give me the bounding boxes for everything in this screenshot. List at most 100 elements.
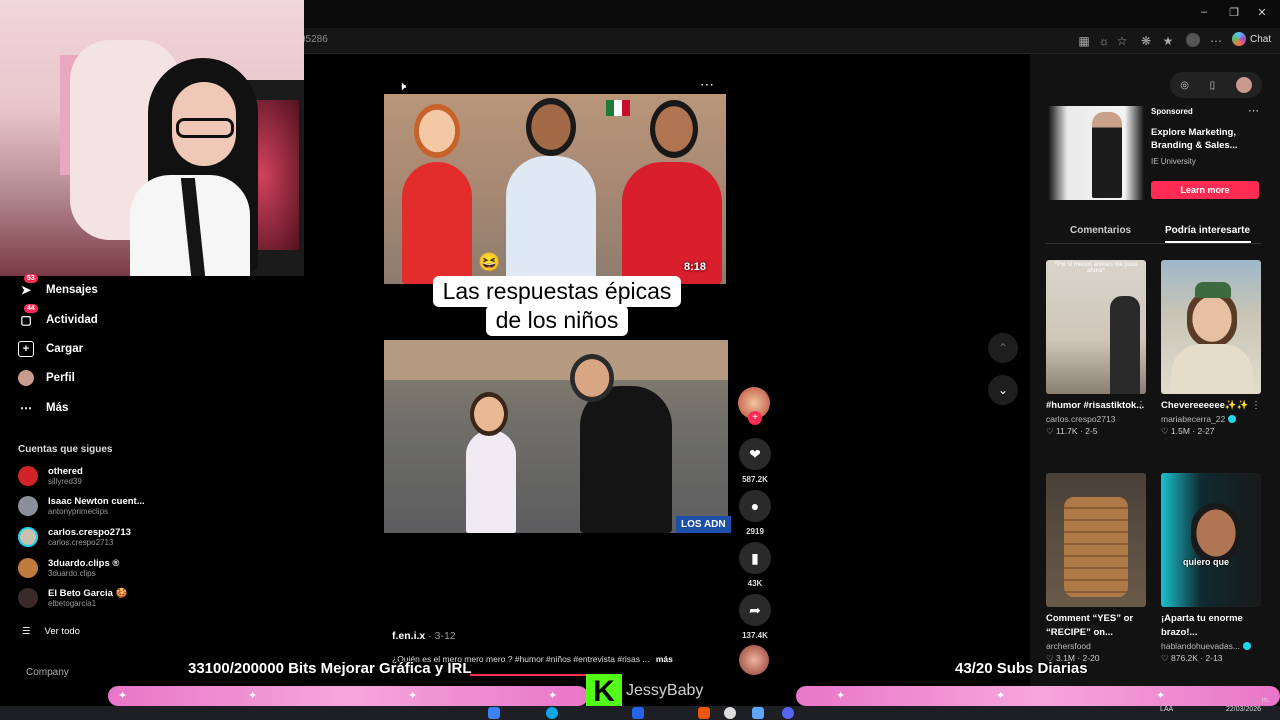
ad-learn-more-button[interactable]: Learn more [1151, 181, 1259, 199]
user-avatar[interactable] [1235, 77, 1252, 93]
card-username[interactable]: archersfood [1046, 641, 1091, 651]
tab-active-indicator [1165, 241, 1251, 243]
sparkle-icon: ✦ [996, 690, 1006, 702]
sidebar-item-activity[interactable]: ▢ 44 Actividad [18, 304, 98, 328]
address-url[interactable]: 95286 [300, 34, 328, 45]
inbox-icon: ▢ 44 [18, 304, 38, 328]
card-title[interactable]: #humor #risastiktok... [1046, 399, 1146, 413]
following-account[interactable]: othered sillyred39 [18, 466, 83, 486]
restore-icon[interactable]: ❐ [1224, 6, 1244, 19]
split-screen-icon[interactable]: ▦ [1076, 33, 1092, 49]
heart-outline-icon: ♡ [1161, 426, 1169, 436]
sidebar-item-upload[interactable]: + Cargar [18, 341, 83, 357]
discord-icon[interactable] [782, 707, 794, 719]
save-button[interactable]: ▮ 43K [738, 542, 772, 588]
ad-brand: IE University [1151, 157, 1196, 166]
account-name: carlos.crespo2713 [48, 527, 131, 538]
phone-icon[interactable]: ▯ [1210, 80, 1216, 91]
copilot-chat-button[interactable]: Chat [1232, 32, 1271, 46]
video-progress-bar[interactable] [470, 674, 590, 676]
heart-outline-icon: ♡ [1046, 426, 1054, 436]
notepad-icon[interactable] [752, 707, 764, 719]
sparkle-icon: ✦ [118, 690, 128, 702]
author-name[interactable]: f.en.i.x [392, 630, 425, 642]
card-thumbnail[interactable] [1161, 260, 1261, 394]
translate-icon[interactable]: ☼ [1096, 33, 1112, 49]
card-title[interactable]: Chevereeeeee✨✨ [1161, 399, 1261, 413]
like-button[interactable]: ❤ 587.2K [738, 438, 772, 484]
video-more-icon[interactable]: ⋯ [700, 76, 714, 93]
card-title[interactable]: ¡Aparta tu enorme brazo!... [1161, 612, 1261, 640]
see-all-button[interactable]: ☰ Ver todo [22, 626, 80, 637]
edge-icon[interactable] [546, 707, 558, 719]
bookmark-icon: ▮ [739, 542, 771, 574]
tab-comments[interactable]: Comentarios [1070, 225, 1131, 236]
following-account[interactable]: Isaac Newton cuent... antonyprimeclips [18, 496, 145, 516]
card-user[interactable]: carlos.crespo2713 [1046, 414, 1146, 424]
tab-recommended[interactable]: Podría interesarte [1165, 225, 1250, 236]
recommended-video-card[interactable]: *Por si menos animes me puse ahora* #hum… [1046, 260, 1146, 437]
video-interviewer-head [570, 354, 614, 402]
card-user[interactable]: mariabecerra_22 [1161, 414, 1261, 424]
card-more-icon[interactable]: ⋮ [1136, 400, 1146, 411]
close-icon[interactable]: ✕ [1252, 6, 1272, 19]
extensions-icon[interactable]: ❋ [1138, 33, 1154, 49]
following-account[interactable]: El Beto Garcia 🍪 elbetogarcia1 [18, 588, 127, 608]
video-kid-head [414, 104, 460, 158]
following-account[interactable]: 3duardo.clips ® 3duardo.clips [18, 558, 119, 578]
sparkle-icon: ✦ [248, 690, 258, 702]
card-username[interactable]: carlos.crespo2713 [1046, 414, 1115, 424]
sidebar-item-messages[interactable]: ➤ 53 Mensajes [18, 274, 98, 298]
brave-icon[interactable] [698, 707, 710, 719]
volume-icon[interactable]: 🕨 [398, 78, 406, 94]
share-button[interactable]: ➦ 137.4K [738, 594, 772, 640]
music-disc-icon[interactable] [739, 645, 769, 675]
recommended-video-card[interactable]: Chevereeeeee✨✨ mariabecerra_22 ♡ 1.5M · … [1161, 260, 1261, 437]
profile-icon[interactable] [1186, 33, 1200, 47]
card-user[interactable]: archersfood [1046, 641, 1146, 651]
next-video-button[interactable]: ⌄ [988, 375, 1018, 405]
card-thumbnail[interactable]: *Por si menos animes me puse ahora* [1046, 260, 1146, 394]
recommended-video-card[interactable]: quiero que ¡Aparta tu enorme brazo!... h… [1161, 473, 1261, 664]
more-button[interactable]: más [656, 654, 673, 664]
list-icon: ☰ [22, 626, 31, 637]
comment-button[interactable]: ● 2919 [738, 490, 772, 536]
bits-goal-overlay: 33100/200000 Bits Mejorar Gráfica y IRL [188, 660, 472, 677]
following-account[interactable]: carlos.crespo2713 carlos.crespo2713 [18, 527, 131, 547]
company-link[interactable]: Company [26, 667, 69, 678]
minimize-icon[interactable]: – [1194, 6, 1214, 18]
favorites-icon[interactable]: ★ [1160, 33, 1176, 49]
ad-more-icon[interactable]: ⋯ [1248, 104, 1259, 117]
recommended-video-card[interactable]: Comment “YES” or “RECIPE” on... archersf… [1046, 473, 1146, 664]
messages-badge: 53 [24, 274, 38, 283]
favorite-star-icon[interactable]: ☆ [1114, 33, 1130, 49]
video-kid-head [526, 98, 576, 156]
obs-icon[interactable] [724, 707, 736, 719]
activity-badge: 44 [24, 304, 38, 313]
outlook-icon[interactable] [632, 707, 644, 719]
previous-video-button[interactable]: ⌃ [988, 333, 1018, 363]
card-thumbnail[interactable]: quiero que [1161, 473, 1261, 607]
video-author[interactable]: f.en.i.x · 3-12 [392, 630, 456, 642]
ad-sponsored-label: Sponsored [1151, 107, 1193, 116]
compass-icon[interactable]: ◎ [1180, 80, 1189, 91]
card-likes: 1.5M [1171, 426, 1190, 436]
follow-plus-icon[interactable]: + [748, 411, 762, 425]
card-thumbnail[interactable] [1046, 473, 1146, 607]
card-user[interactable]: hablandohuevadas... [1161, 641, 1261, 651]
sidebar-item-profile[interactable]: Perfil [18, 370, 75, 386]
start-icon[interactable] [488, 707, 500, 719]
ad-title[interactable]: Explore Marketing, Branding & Sales... [1151, 126, 1251, 152]
card-username[interactable]: hablandohuevadas... [1161, 641, 1240, 651]
card-title[interactable]: Comment “YES” or “RECIPE” on... [1046, 612, 1146, 640]
taskbar-date[interactable]: 22/03/2026 [1226, 706, 1261, 713]
card-likes: 11.7K [1056, 426, 1078, 436]
chat-label: Chat [1250, 33, 1272, 45]
card-username[interactable]: mariabecerra_22 [1161, 414, 1225, 424]
sparkle-icon: ✦ [548, 690, 558, 702]
taskbar-language[interactable]: LAA [1160, 706, 1173, 713]
sidebar-item-more[interactable]: ⋯ Más [18, 400, 68, 416]
browser-menu-icon[interactable]: ⋯ [1208, 33, 1224, 49]
account-avatar [18, 558, 38, 578]
card-more-icon[interactable]: ⋮ [1251, 400, 1261, 411]
